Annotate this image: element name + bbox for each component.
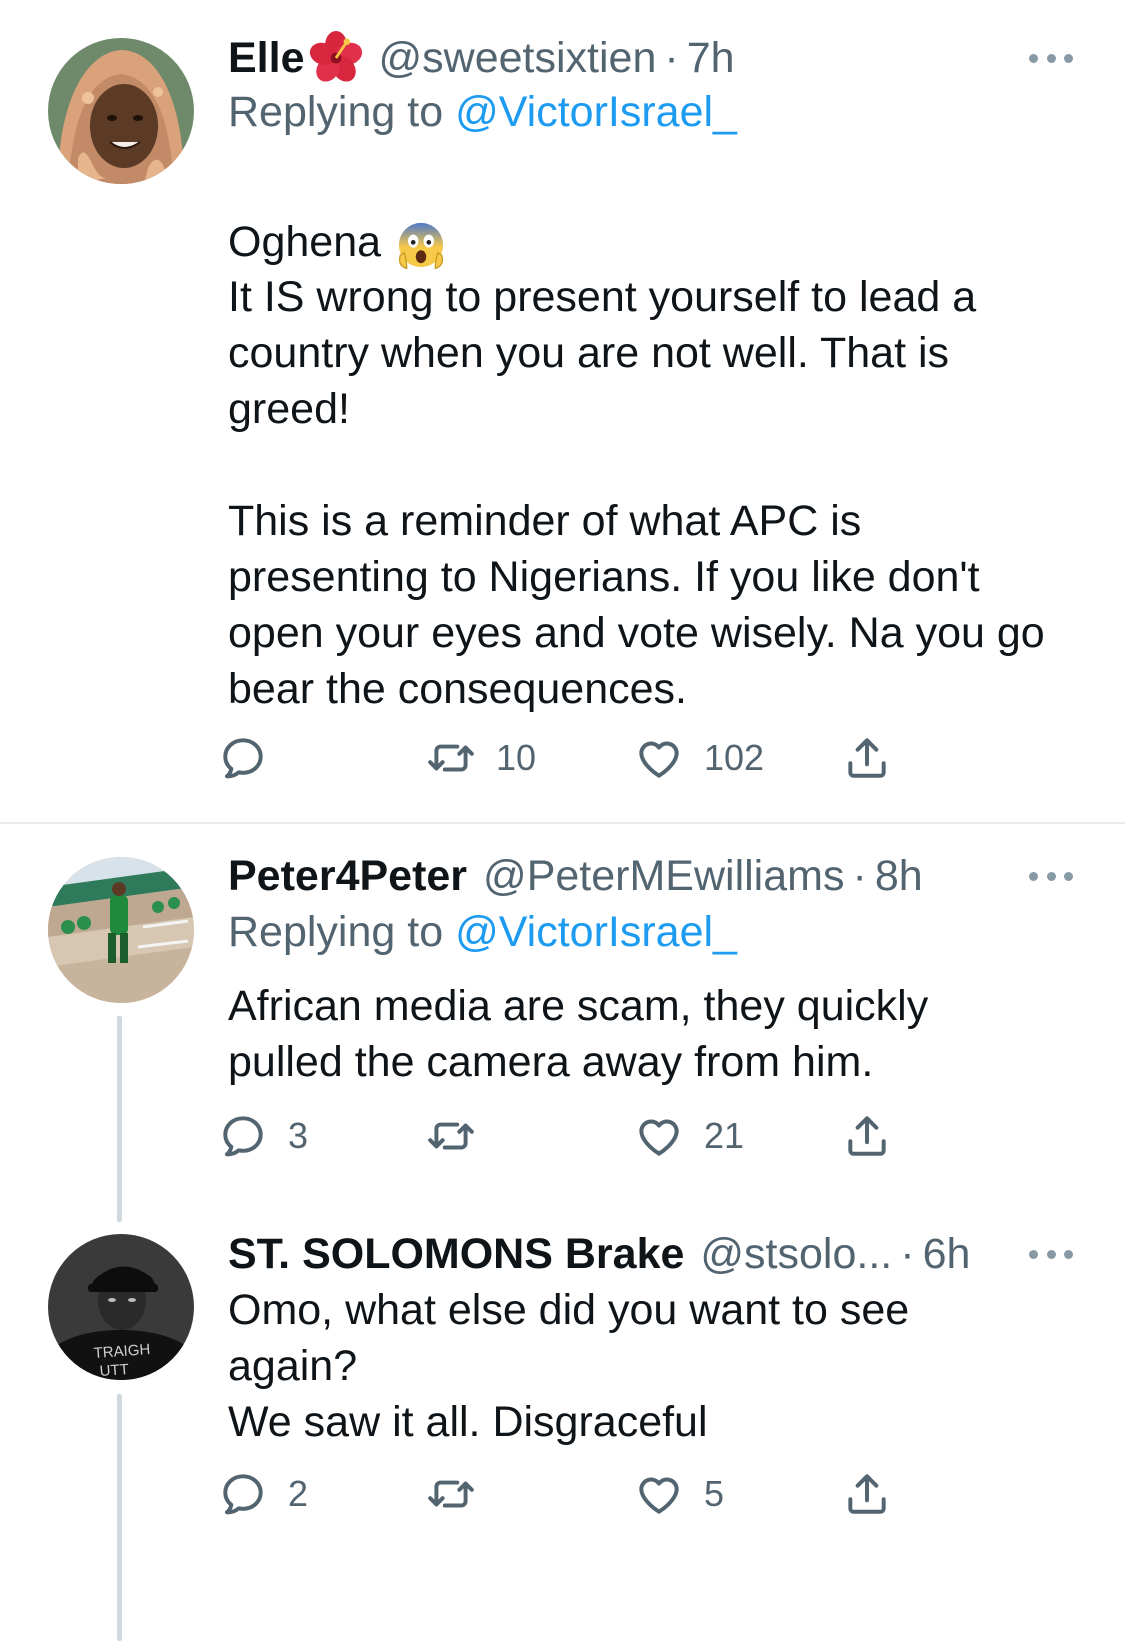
more-icon[interactable] <box>1029 1244 1073 1264</box>
more-icon[interactable] <box>1029 48 1073 68</box>
like-icon <box>634 1469 684 1519</box>
like-icon <box>634 1111 684 1161</box>
separator-dot: · <box>664 33 679 82</box>
share-button[interactable] <box>842 1464 892 1524</box>
reply-button[interactable]: 2 <box>218 1464 308 1524</box>
replying-label: Replying to <box>228 88 444 136</box>
tweet-header: ST. SOLOMONS Brake @stsolo... · 6h <box>228 1226 970 1282</box>
more-icon[interactable] <box>1029 866 1073 886</box>
mention-link[interactable]: @VictorIsrael_ <box>455 908 737 956</box>
screaming-face-icon <box>398 222 444 269</box>
svg-text:UTT: UTT <box>99 1361 129 1380</box>
thread-line <box>117 1394 122 1641</box>
display-name[interactable]: Elle <box>228 34 305 83</box>
mention-link[interactable]: @VictorIsrael_ <box>455 88 737 136</box>
action-bar: 10 102 <box>218 728 918 788</box>
avatar[interactable] <box>48 38 194 184</box>
tweet-text: It IS wrong to present yourself to lead … <box>228 273 1045 713</box>
tweet-header: Elle @sweetsixtien · 7h <box>228 30 1065 86</box>
like-icon <box>634 733 684 783</box>
share-icon <box>842 733 892 783</box>
tweet[interactable]: Elle @sweetsixtien · 7h Replying to @Vic… <box>0 0 1125 822</box>
thread-line <box>117 1016 122 1222</box>
timestamp[interactable]: 6h <box>923 1230 971 1279</box>
share-icon <box>842 1111 892 1161</box>
replying-to: Replying to @VictorIsrael_ <box>228 908 737 957</box>
share-button[interactable] <box>842 728 892 788</box>
share-button[interactable] <box>842 1106 892 1166</box>
user-handle[interactable]: @PeterMEwilliams <box>483 852 844 901</box>
retweet-icon <box>426 733 476 783</box>
reply-button[interactable]: 3 <box>218 1106 308 1166</box>
retweet-icon <box>426 1469 476 1519</box>
timestamp[interactable]: 7h <box>687 34 735 83</box>
retweet-button[interactable] <box>426 1464 496 1524</box>
tweet-text: African media are scam, they quickly pul… <box>228 982 929 1086</box>
tweet-header: Peter4Peter @PeterMEwilliams · 8h <box>228 848 1065 904</box>
separator-dot: · <box>852 851 867 900</box>
reply-count: 2 <box>288 1473 309 1514</box>
like-button[interactable]: 102 <box>634 728 764 788</box>
retweet-button[interactable]: 10 <box>426 728 536 788</box>
reply-icon <box>218 1111 268 1161</box>
user-handle[interactable]: @stsolo... <box>700 1230 892 1279</box>
hibiscus-icon <box>309 31 362 82</box>
retweet-icon <box>426 1111 476 1161</box>
avatar[interactable] <box>48 857 194 1003</box>
timestamp[interactable]: 8h <box>875 852 923 901</box>
tweet[interactable]: TRAIGH UTT ST. SOLOMONS Brake @stsolo...… <box>0 1224 1125 1641</box>
action-bar: 3 21 <box>218 1106 918 1166</box>
like-count: 5 <box>704 1473 725 1514</box>
action-bar: 2 5 <box>218 1464 918 1524</box>
avatar[interactable]: TRAIGH UTT <box>48 1234 194 1380</box>
user-handle[interactable]: @sweetsixtien <box>379 34 657 83</box>
tweet[interactable]: Peter4Peter @PeterMEwilliams · 8h Replyi… <box>0 824 1125 1224</box>
tweet-text: Omo, what else did you want to see again… <box>228 1286 910 1446</box>
replying-label: Replying to <box>228 908 444 956</box>
tweet-first-line: Oghena <box>228 158 1048 271</box>
replying-to: Replying to @VictorIsrael_ <box>228 88 737 137</box>
reply-icon <box>218 1469 268 1519</box>
like-count: 102 <box>704 737 765 778</box>
separator-dot: · <box>900 1229 915 1278</box>
first-line-text: Oghena <box>228 218 382 266</box>
like-button[interactable]: 21 <box>634 1106 744 1166</box>
reply-count: 3 <box>288 1115 309 1156</box>
retweet-button[interactable] <box>426 1106 496 1166</box>
reply-button[interactable] <box>218 728 288 788</box>
reply-icon <box>218 733 268 783</box>
like-count: 21 <box>704 1115 745 1156</box>
display-name[interactable]: Peter4Peter <box>228 852 467 901</box>
like-button[interactable]: 5 <box>634 1464 724 1524</box>
display-name[interactable]: ST. SOLOMONS Brake <box>228 1230 684 1279</box>
retweet-count: 10 <box>496 737 537 778</box>
share-icon <box>842 1469 892 1519</box>
